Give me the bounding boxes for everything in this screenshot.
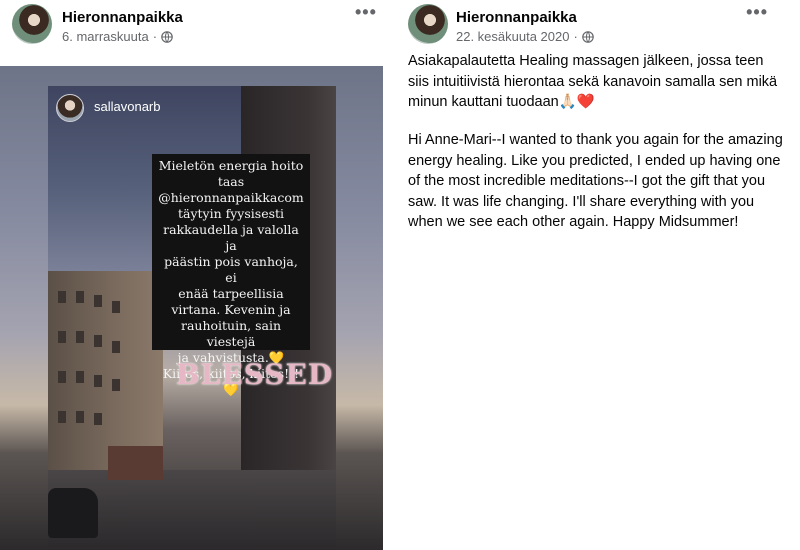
more-options-icon[interactable]: ••• (355, 2, 377, 23)
post-text-finnish: Asiakapalautetta Healing massagen jälkee… (408, 53, 778, 110)
car (48, 488, 98, 538)
page-name[interactable]: Hieronnanpaikka (62, 9, 183, 26)
post-photo[interactable]: sallavonarb Mieletön energia hoito taas … (0, 66, 383, 550)
meta-separator: · (573, 29, 578, 44)
post-meta: 22. kesäkuuta 2020 · (456, 29, 594, 44)
blessed-sticker: BLESSED (176, 358, 334, 391)
left-post: Hieronnanpaikka 6. marraskuuta · ••• sal… (0, 0, 400, 550)
page-name[interactable]: Hieronnanpaikka (456, 9, 577, 26)
page-avatar[interactable] (408, 4, 448, 44)
meta-separator: · (152, 29, 158, 44)
globe-icon (161, 30, 173, 43)
globe-icon (582, 30, 594, 43)
truck (108, 446, 163, 480)
post-meta: 6. marraskuuta · (62, 29, 173, 44)
story-avatar (56, 94, 84, 122)
story-caption-box: Mieletön energia hoito taas @hieronnanpa… (152, 154, 310, 397)
post-date[interactable]: 22. kesäkuuta 2020 (456, 29, 569, 44)
post-text-testimonial: Hi Anne-Mari--I wanted to thank you agai… (408, 132, 783, 230)
story-screenshot: sallavonarb Mieletön energia hoito taas … (48, 86, 336, 550)
more-options-icon[interactable]: ••• (746, 2, 768, 23)
page-avatar[interactable] (12, 4, 52, 44)
post-date[interactable]: 6. marraskuuta (62, 29, 149, 44)
story-username: sallavonarb (94, 99, 161, 114)
